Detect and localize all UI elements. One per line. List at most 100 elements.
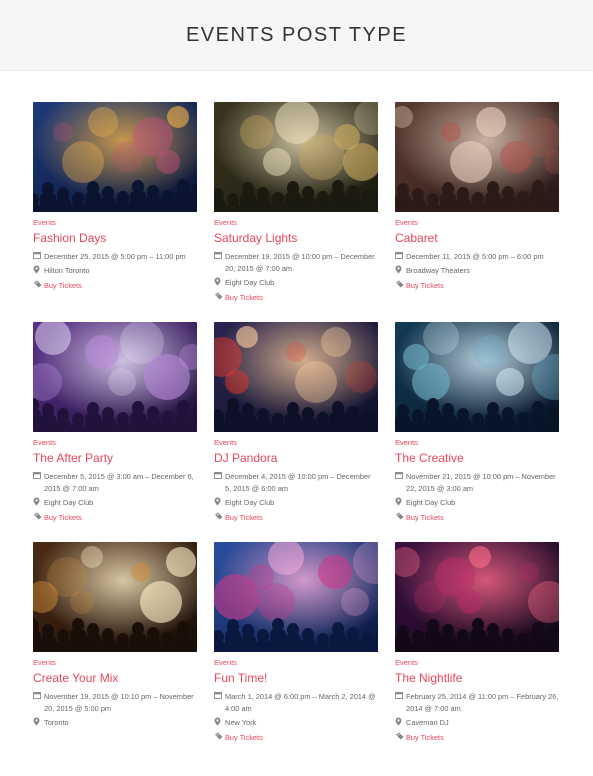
event-venue: Eight Day Club — [406, 498, 456, 507]
buy-tickets-link[interactable]: Buy Tickets — [44, 280, 197, 292]
event-date: March 1, 2014 @ 6:00 pm – March 2, 2014 … — [225, 692, 376, 713]
tree-lights-party-image[interactable] — [214, 102, 378, 212]
calendar-icon — [33, 471, 44, 483]
event-date-row: December 4, 2015 @ 10:00 pm – December 5… — [214, 471, 378, 495]
event-category-link[interactable]: Events — [214, 218, 378, 227]
event-date: February 25, 2014 @ 11:00 pm – February … — [406, 692, 559, 713]
buy-tickets-link[interactable]: Buy Tickets — [406, 280, 559, 292]
event-title-link[interactable]: DJ Pandora — [214, 451, 378, 465]
ticket-icon — [395, 732, 406, 744]
event-title-link[interactable]: Create Your Mix — [33, 671, 197, 685]
confetti-crowd-image[interactable] — [395, 322, 559, 432]
concert-blue-stage-image[interactable] — [33, 102, 197, 212]
event-date-row: December 5, 2015 @ 3:00 am – December 6,… — [33, 471, 197, 495]
event-tickets-row: Buy Tickets — [395, 512, 559, 524]
event-date-row: December 19, 2015 @ 10:00 pm – December … — [214, 251, 378, 275]
event-meta: December 25, 2015 @ 5:00 pm – 11:00 pm H… — [33, 251, 197, 292]
event-date: December 25, 2015 @ 5:00 pm – 11:00 pm — [44, 252, 186, 261]
buy-tickets-link[interactable]: Buy Tickets — [44, 512, 197, 524]
event-date: December 11, 2015 @ 5:00 pm – 6:00 pm — [406, 252, 544, 261]
event-meta: December 19, 2015 @ 10:00 pm – December … — [214, 251, 378, 304]
event-title-link[interactable]: The Creative — [395, 451, 559, 465]
event-category-link[interactable]: Events — [214, 438, 378, 447]
calendar-icon — [214, 691, 225, 703]
buy-tickets-link[interactable]: Buy Tickets — [225, 512, 378, 524]
event-venue-row: Eight Day Club — [214, 497, 378, 510]
stage-lights-crowd-image[interactable] — [214, 542, 378, 652]
event-venue: New York — [225, 718, 257, 727]
event-title-link[interactable]: The Nightlife — [395, 671, 559, 685]
calendar-icon — [395, 251, 406, 263]
buy-tickets-link[interactable]: Buy Tickets — [225, 292, 378, 304]
event-tickets-row: Buy Tickets — [395, 732, 559, 744]
location-pin-icon — [395, 497, 406, 510]
dj-smoke-image[interactable] — [33, 322, 197, 432]
event-meta: February 25, 2014 @ 11:00 pm – February … — [395, 691, 559, 744]
event-category-link[interactable]: Events — [395, 658, 559, 667]
event-category-link[interactable]: Events — [33, 658, 197, 667]
event-tickets-row: Buy Tickets — [214, 292, 378, 304]
event-category-link[interactable]: Events — [33, 438, 197, 447]
ticket-icon — [33, 280, 44, 292]
ticket-icon — [214, 512, 225, 524]
event-category-link[interactable]: Events — [395, 218, 559, 227]
event-tickets-row: Buy Tickets — [33, 512, 197, 524]
event-card: Events Fashion Days December 25, 2015 @ … — [33, 102, 197, 322]
event-category-link[interactable]: Events — [395, 438, 559, 447]
event-date-row: December 11, 2015 @ 5:00 pm – 6:00 pm — [395, 251, 559, 263]
event-venue-row: Eight Day Club — [395, 497, 559, 510]
event-date-row: March 1, 2014 @ 6:00 pm – March 2, 2014 … — [214, 691, 378, 715]
event-title-link[interactable]: The After Party — [33, 451, 197, 465]
buy-tickets-link[interactable]: Buy Tickets — [225, 732, 378, 744]
event-meta: November 19, 2015 @ 10:10 pm – November … — [33, 691, 197, 730]
event-title-link[interactable]: Fashion Days — [33, 231, 197, 245]
page-header: EVENTS POST TYPE — [0, 0, 593, 71]
heart-hands-concert-image[interactable] — [33, 542, 197, 652]
location-pin-icon — [395, 717, 406, 730]
event-meta: November 21, 2015 @ 10:00 pm – November … — [395, 471, 559, 524]
calendar-icon — [395, 471, 406, 483]
event-tickets-row: Buy Tickets — [33, 280, 197, 292]
event-date-row: December 25, 2015 @ 5:00 pm – 11:00 pm — [33, 251, 197, 263]
event-title-link[interactable]: Saturday Lights — [214, 231, 378, 245]
club-purple-lights-image[interactable] — [395, 542, 559, 652]
event-title-link[interactable]: Fun Time! — [214, 671, 378, 685]
location-pin-icon — [214, 277, 225, 290]
event-meta: March 1, 2014 @ 6:00 pm – March 2, 2014 … — [214, 691, 378, 744]
buy-tickets-link[interactable]: Buy Tickets — [406, 512, 559, 524]
ticket-icon — [33, 512, 44, 524]
location-pin-icon — [33, 717, 44, 730]
event-tickets-row: Buy Tickets — [395, 280, 559, 292]
event-venue-row: Eight Day Club — [33, 497, 197, 510]
event-card: Events Create Your Mix November 19, 2015… — [33, 542, 197, 762]
crowd-hall-image[interactable] — [395, 102, 559, 212]
event-card: Events Saturday Lights December 19, 2015… — [214, 102, 378, 322]
event-card: Events The After Party December 5, 2015 … — [33, 322, 197, 542]
event-card: Events Cabaret December 11, 2015 @ 5:00 … — [395, 102, 559, 322]
red-lantern-image[interactable] — [214, 322, 378, 432]
calendar-icon — [214, 251, 225, 263]
event-venue: Broadway Theaters — [406, 266, 470, 275]
event-date: December 19, 2015 @ 10:00 pm – December … — [225, 252, 375, 273]
event-date: December 5, 2015 @ 3:00 am – December 6,… — [44, 472, 194, 493]
event-venue-row: New York — [214, 717, 378, 730]
buy-tickets-link[interactable]: Buy Tickets — [406, 732, 559, 744]
location-pin-icon — [395, 265, 406, 278]
ticket-icon — [214, 292, 225, 304]
event-card: Events Fun Time! March 1, 2014 @ 6:00 pm… — [214, 542, 378, 762]
calendar-icon — [33, 691, 44, 703]
event-date: December 4, 2015 @ 10:00 pm – December 5… — [225, 472, 371, 493]
event-date-row: February 25, 2014 @ 11:00 pm – February … — [395, 691, 559, 715]
event-tickets-row: Buy Tickets — [214, 512, 378, 524]
event-venue-row: Toronto — [33, 717, 197, 730]
page-title: EVENTS POST TYPE — [185, 23, 408, 46]
event-venue: Caveman DJ — [406, 718, 449, 727]
event-title-link[interactable]: Cabaret — [395, 231, 559, 245]
event-category-link[interactable]: Events — [214, 658, 378, 667]
event-date: November 21, 2015 @ 10:00 pm – November … — [406, 472, 556, 493]
event-meta: December 5, 2015 @ 3:00 am – December 6,… — [33, 471, 197, 524]
event-category-link[interactable]: Events — [33, 218, 197, 227]
event-venue: Hilton Toronto — [44, 266, 90, 275]
event-venue: Eight Day Club — [225, 278, 275, 287]
calendar-icon — [395, 691, 406, 703]
